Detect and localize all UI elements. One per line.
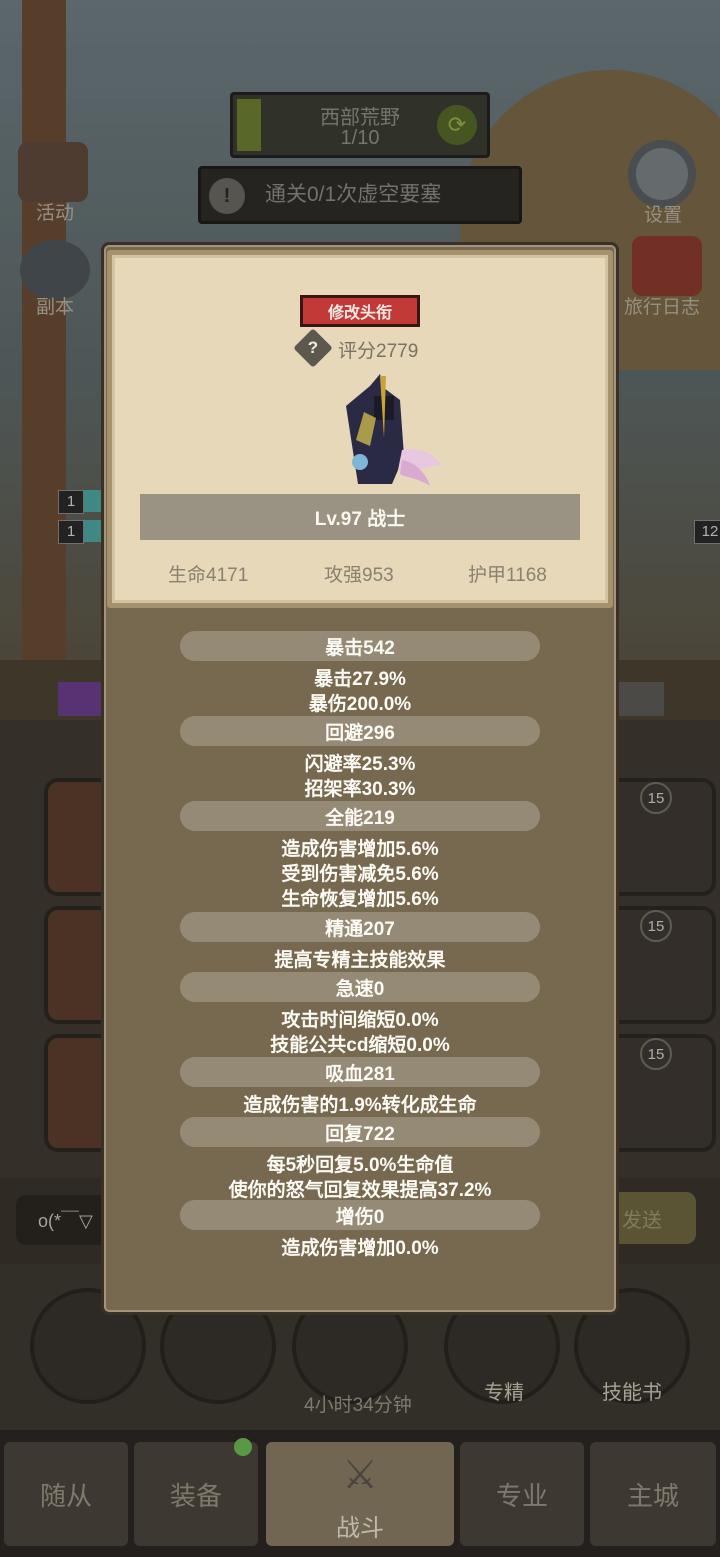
section-header-crit: 暴击542 — [180, 631, 540, 661]
stat-line: 招架率30.3% — [304, 779, 416, 800]
change-title-label: 修改头衔 — [327, 305, 392, 322]
section-header-lifesteal: 吸血281 — [180, 1057, 540, 1087]
character-name-band: Lv.97 战士 — [140, 494, 580, 540]
section-header-versatility: 全能219 — [180, 801, 540, 831]
stat-line: 每5秒回复5.0%生命值 — [266, 1155, 454, 1176]
stat-line: 受到伤害减免5.6% — [281, 864, 439, 885]
stat-line: 暴击27.9% — [314, 669, 406, 690]
question-icon: ? — [307, 338, 319, 357]
stat-line: 造成伤害增加0.0% — [281, 1238, 439, 1259]
stat-line: 攻击时间缩短0.0% — [281, 1010, 439, 1031]
section-header-avoidance: 回避296 — [180, 716, 540, 746]
warrior-avatar — [346, 374, 442, 486]
armor-stat: 护甲1168 — [468, 565, 547, 586]
section-header-regen: 回复722 — [180, 1117, 540, 1147]
stat-line: 生命恢复增加5.6% — [281, 889, 439, 910]
score: 评分2779 — [338, 341, 419, 362]
stat-line: 暴伤200.0% — [308, 694, 412, 715]
section-header-haste: 急速0 — [180, 972, 540, 1002]
attack-power-stat: 攻强953 — [324, 565, 394, 586]
section-header-mastery: 精通207 — [180, 912, 540, 942]
stat-line: 造成伤害增加5.6% — [281, 839, 439, 860]
stat-line: 闪避率25.3% — [304, 754, 416, 775]
change-title-button[interactable]: 修改头衔 — [300, 295, 420, 327]
stat-line: 造成伤害的1.9%转化成生命 — [243, 1095, 477, 1116]
stat-line: 提高专精主技能效果 — [274, 950, 446, 971]
stat-line: 技能公共cd缩短0.0% — [270, 1035, 450, 1056]
section-header-damage-bonus: 增伤0 — [180, 1200, 540, 1230]
health-stat: 生命4171 — [168, 565, 249, 586]
stat-line: 使你的怒气回复效果提高37.2% — [228, 1180, 492, 1201]
